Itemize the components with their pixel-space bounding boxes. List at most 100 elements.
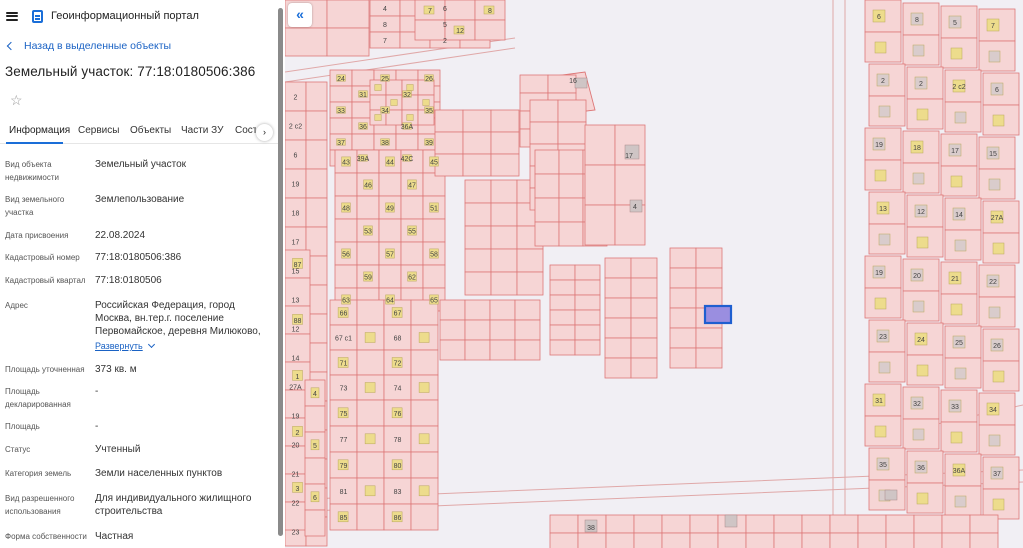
parcel[interactable] <box>584 164 616 206</box>
parcel[interactable] <box>969 514 999 534</box>
parcel[interactable] <box>410 451 439 479</box>
parcel[interactable] <box>885 514 915 534</box>
building[interactable] <box>950 47 963 60</box>
parcel[interactable] <box>305 81 328 112</box>
building[interactable] <box>992 370 1005 383</box>
parcel[interactable] <box>558 221 584 247</box>
parcel[interactable] <box>669 247 697 269</box>
building[interactable] <box>874 425 887 438</box>
parcel[interactable] <box>630 357 658 379</box>
parcel[interactable] <box>630 297 658 319</box>
favorite-star-icon[interactable]: ☆ <box>10 93 23 107</box>
parcel[interactable] <box>689 514 719 534</box>
parcel[interactable] <box>439 339 466 361</box>
parcel[interactable] <box>326 27 370 57</box>
parcel[interactable] <box>529 121 559 145</box>
building[interactable] <box>724 514 738 528</box>
parcel[interactable] <box>489 319 516 341</box>
parcel[interactable] <box>464 319 491 341</box>
parcel[interactable] <box>669 287 697 309</box>
parcel[interactable] <box>574 309 601 326</box>
tab-services[interactable]: Сервисы <box>78 125 119 136</box>
parcel[interactable] <box>745 514 775 534</box>
parcel[interactable] <box>490 109 520 133</box>
parcel[interactable] <box>857 532 887 548</box>
building[interactable] <box>988 50 1001 63</box>
building[interactable] <box>364 433 376 445</box>
parcel[interactable] <box>462 109 492 133</box>
parcel[interactable] <box>514 319 541 341</box>
parcel[interactable] <box>395 133 419 151</box>
building[interactable] <box>954 367 967 380</box>
parcel[interactable] <box>695 327 723 349</box>
building[interactable] <box>374 84 382 91</box>
parcel[interactable] <box>574 324 601 341</box>
parcel[interactable] <box>717 532 747 548</box>
parcel[interactable] <box>514 299 541 321</box>
building[interactable] <box>988 178 1001 191</box>
parcel[interactable] <box>695 247 723 269</box>
building[interactable] <box>954 239 967 252</box>
parcel[interactable] <box>669 347 697 369</box>
parcel[interactable] <box>356 399 385 427</box>
parcel[interactable] <box>584 124 616 166</box>
parcel[interactable] <box>630 277 658 299</box>
parcel[interactable] <box>329 85 353 103</box>
parcel[interactable] <box>490 271 518 296</box>
panel-scrollbar[interactable] <box>278 8 283 536</box>
parcel[interactable] <box>604 277 632 299</box>
building[interactable] <box>988 306 1001 319</box>
parcel[interactable] <box>519 74 549 94</box>
parcel[interactable] <box>304 509 326 537</box>
building[interactable] <box>912 172 925 185</box>
building[interactable] <box>912 428 925 441</box>
parcel[interactable] <box>669 307 697 329</box>
parcel[interactable] <box>695 267 723 289</box>
parcel[interactable] <box>801 514 831 534</box>
tab-composition[interactable]: Состав <box>235 125 256 136</box>
building[interactable] <box>390 99 398 106</box>
parcel[interactable] <box>614 164 646 206</box>
parcel[interactable] <box>490 153 520 177</box>
parcel[interactable] <box>514 339 541 361</box>
building[interactable] <box>874 41 887 54</box>
parcel[interactable] <box>633 514 663 534</box>
parcel[interactable] <box>490 131 520 155</box>
parcel[interactable] <box>549 279 576 296</box>
parcel[interactable] <box>529 99 559 123</box>
parcel[interactable] <box>913 532 943 548</box>
parcel[interactable] <box>630 337 658 359</box>
parcel[interactable] <box>490 248 518 273</box>
parcel[interactable] <box>351 133 375 151</box>
parcel[interactable] <box>414 19 446 41</box>
parcel[interactable] <box>356 349 385 376</box>
parcel[interactable] <box>745 532 775 548</box>
parcel[interactable] <box>534 221 560 247</box>
building[interactable] <box>364 382 376 393</box>
parcel[interactable] <box>378 172 402 197</box>
parcel[interactable] <box>549 264 576 281</box>
parcel[interactable] <box>329 117 353 135</box>
parcel[interactable] <box>661 532 691 548</box>
building[interactable] <box>874 169 887 182</box>
building[interactable] <box>916 364 929 377</box>
parcel[interactable] <box>549 294 576 311</box>
parcel[interactable] <box>356 241 380 266</box>
parcel[interactable] <box>913 514 943 534</box>
building[interactable] <box>364 485 376 497</box>
building[interactable] <box>912 300 925 313</box>
parcel[interactable] <box>305 110 328 141</box>
parcel[interactable] <box>439 299 466 321</box>
parcel[interactable] <box>773 532 803 548</box>
parcel[interactable] <box>695 347 723 369</box>
parcel[interactable] <box>434 109 464 133</box>
building[interactable] <box>422 99 430 106</box>
parcel[interactable] <box>490 202 518 227</box>
building[interactable] <box>992 114 1005 127</box>
building[interactable] <box>950 175 963 188</box>
chevron-right-icon[interactable]: › <box>256 124 273 141</box>
tab-information[interactable]: Информация <box>9 125 70 136</box>
building[interactable] <box>878 361 891 374</box>
parcel[interactable] <box>605 514 635 534</box>
parcel[interactable] <box>356 195 380 220</box>
